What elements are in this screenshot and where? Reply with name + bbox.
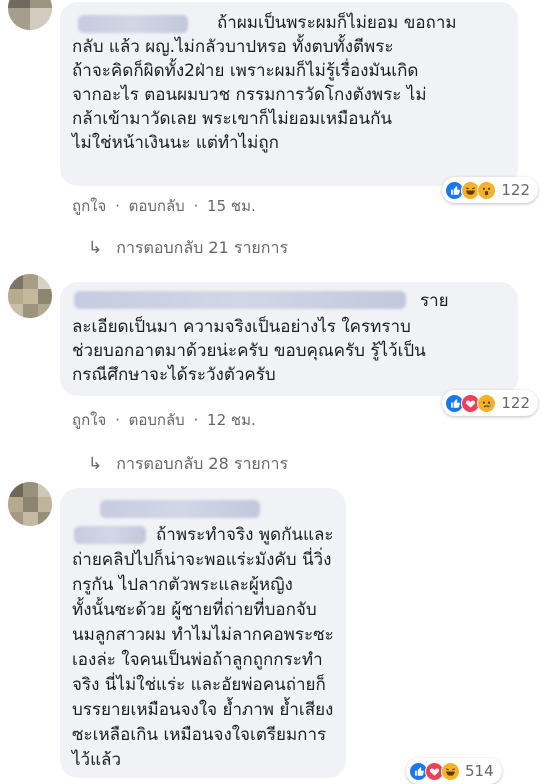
avatar[interactable] [8, 482, 52, 526]
comment-text-line: กลับ แล้ว ผญ.ไม่กลัวบาปหรอ ทั้งตบทั้งตีพ… [72, 37, 394, 57]
separator-dot: · [193, 411, 199, 429]
comment-text-line: ถ้าจะคิดก็ผิดทั้ง2ฝ่าย เพราะผมก็ไม่รู้เร… [72, 61, 419, 81]
like-link[interactable]: ถูกใจ [72, 197, 106, 215]
comment-text-line: กล้าเข้ามาวัดเลย พระเขาก็ไม่ยอมเหมือนกัน [72, 109, 393, 129]
reaction-summary[interactable]: 122 [442, 390, 538, 416]
reply-arrow-icon: ↳ [88, 454, 103, 474]
comment-bubble: ราย ละเอียดเป็นมา ความจริงเป็นอย่างไร ใค… [60, 282, 518, 396]
comment-text-line: กรณีศึกษาจะได้ระวังตัวครับ [72, 365, 276, 385]
comment-bubble: ถ้าผมเป็นพระผมก็ไม่ยอม ขอถาม กลับ แล้ว ผ… [60, 2, 518, 186]
comment-text-line: นมลูกสาวผม ทำไมไม่ลากคอพระซะ [72, 625, 334, 645]
sad-icon [477, 393, 497, 413]
commenter-name[interactable] [100, 500, 260, 518]
comment-text: ราย [420, 291, 449, 311]
reply-arrow-icon: ↳ [88, 238, 103, 258]
avatar[interactable] [8, 0, 52, 30]
comment-bubble: ถ้าพระทำจริง พูดกันและ ถ่ายคลิปไปก็น่าจะ… [60, 488, 346, 778]
comment-text: ถ้าผมเป็นพระผมก็ไม่ยอม ขอถาม [217, 13, 457, 33]
separator-dot: · [193, 197, 199, 215]
view-replies-link[interactable]: ↳ การตอบกลับ 21 รายการ [88, 236, 288, 261]
comment-text-line: ไว้แล้ว [72, 750, 122, 770]
timestamp[interactable]: 12 ชม. [207, 411, 256, 429]
reply-link[interactable]: ตอบกลับ [129, 197, 185, 215]
reply-link[interactable]: ตอบกลับ [129, 411, 185, 429]
haha-icon [441, 761, 460, 781]
timestamp[interactable]: 15 ชม. [207, 197, 256, 215]
reaction-summary[interactable]: 514 [406, 758, 502, 784]
comment-text-line: ละเอียดเป็นมา ความจริงเป็นอย่างไร ใครทรา… [72, 317, 411, 337]
comment-text-line: ถ่ายคลิปไปก็น่าจะพอแร่ะมังคับ นี่วิ่ง [72, 550, 332, 570]
reaction-count: 514 [465, 762, 494, 780]
separator-dot: · [115, 197, 120, 215]
replies-count-label: การตอบกลับ 21 รายการ [116, 238, 289, 257]
comment-text-line: เองล่ะ ใจคนเป็นพ่อถ้าลูกถูกกระทำ [72, 650, 323, 670]
reaction-summary[interactable]: 122 [442, 177, 538, 203]
commenter-name-line-2 [74, 526, 146, 544]
commenter-name[interactable] [74, 291, 406, 309]
comment-actions: ถูกใจ · ตอบกลับ · 12 ชม. [72, 408, 260, 432]
comment-text-line: ทั้งนั้นซะด้วย ผู้ชายที่ถ่ายที่บอกจับ [72, 600, 317, 620]
comment-text-line: จริง นี่ไม่ใช่แร่ะ และอัยพ่อคนถ่ายก็ [72, 675, 326, 695]
comment-text-line: กรูกัน ไปลากตัวพระและผู้หญิง [72, 575, 293, 595]
comment-text-line: บรรยายเหมือนจงใจ ย้ำภาพ ย้ำเสียง [72, 700, 334, 720]
comment-text-line: ช่วยบอกอาตมาด้วยน่ะครับ ขอบคุณครับ รู้ไว… [72, 341, 426, 361]
replies-count-label: การตอบกลับ 28 รายการ [116, 454, 289, 473]
reaction-count: 122 [501, 181, 530, 199]
comment-text-line: จากอะไร ตอนผมบวช กรรมการวัดโกงตังพระ ไม่ [72, 85, 427, 105]
wow-icon [477, 180, 497, 200]
reaction-count: 122 [501, 394, 530, 412]
comment-text-line: ซะเหลือเกิน เหมือนจงใจเตรียมการ [72, 725, 327, 745]
like-link[interactable]: ถูกใจ [72, 411, 106, 429]
comment-actions: ถูกใจ · ตอบกลับ · 15 ชม. [72, 194, 260, 218]
avatar[interactable] [8, 274, 52, 318]
comment-text: ถ้าพระทำจริง พูดกันและ [156, 525, 334, 545]
view-replies-link[interactable]: ↳ การตอบกลับ 28 รายการ [88, 452, 288, 477]
separator-dot: · [115, 411, 120, 429]
comment-text-line: ไม่ใช่หน้าเงินนะ แต่ทำไม่ถูก [72, 133, 279, 153]
